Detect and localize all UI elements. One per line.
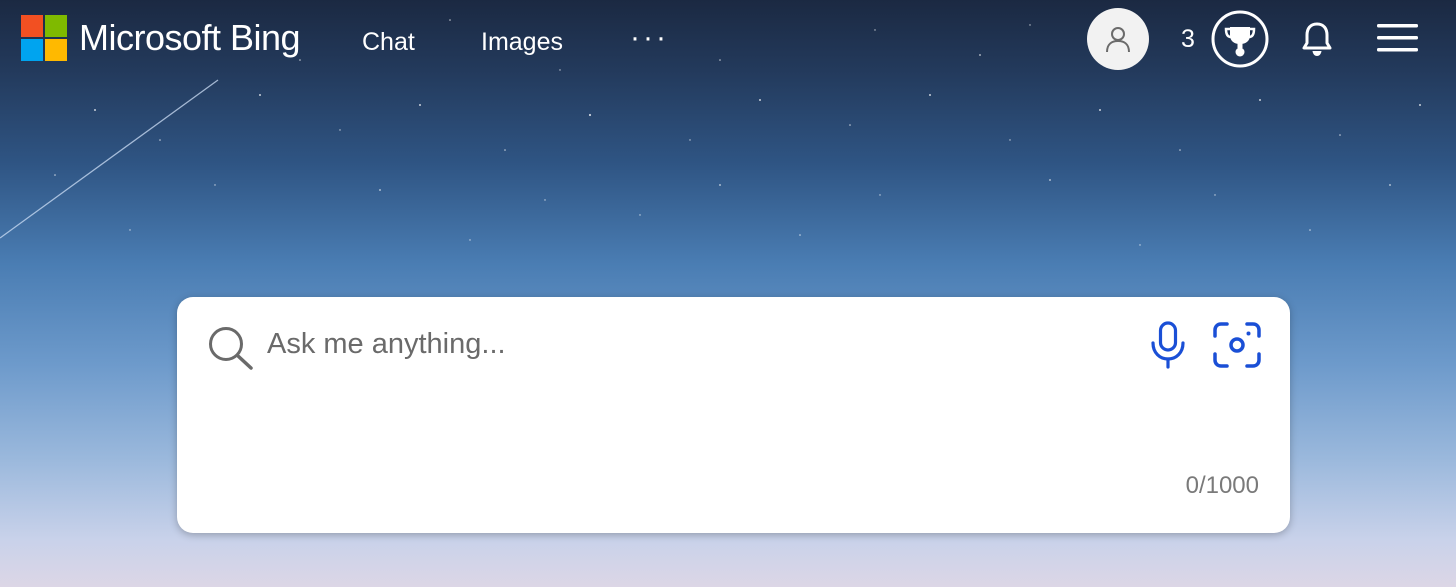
brand-name: Microsoft Bing bbox=[79, 17, 301, 58]
character-counter: 0/1000 bbox=[1185, 472, 1259, 499]
person-icon bbox=[1106, 27, 1130, 53]
search-box: 0/1000 bbox=[177, 297, 1290, 533]
nav-images[interactable]: Images bbox=[481, 26, 563, 58]
top-header: Microsoft Bing Chat Images ··· 3 bbox=[0, 0, 1456, 84]
nav-chat[interactable]: Chat bbox=[362, 26, 415, 58]
rewards-points-count[interactable]: 3 bbox=[1181, 24, 1195, 54]
rewards-trophy-icon[interactable] bbox=[1211, 10, 1269, 68]
profile-button[interactable] bbox=[1087, 8, 1149, 70]
microphone-icon[interactable] bbox=[1149, 320, 1187, 370]
bing-logo-link[interactable]: Microsoft Bing bbox=[21, 15, 301, 61]
bell-icon[interactable] bbox=[1300, 20, 1334, 58]
nav-more-button[interactable]: ··· bbox=[630, 22, 669, 54]
visual-search-camera-icon[interactable] bbox=[1213, 322, 1261, 368]
search-icon bbox=[209, 327, 253, 370]
search-input[interactable] bbox=[267, 321, 1097, 367]
microsoft-logo-icon bbox=[21, 15, 67, 61]
hamburger-menu-icon[interactable] bbox=[1377, 22, 1418, 54]
